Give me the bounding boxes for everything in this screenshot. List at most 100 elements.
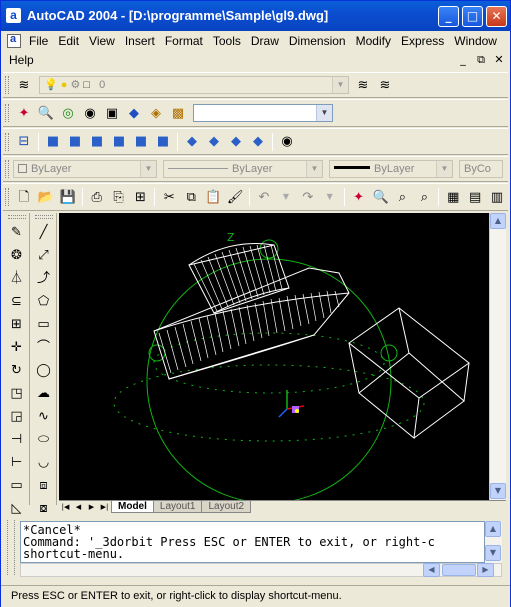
tab-next-icon[interactable]: ▶ xyxy=(85,501,98,513)
scroll-down-icon[interactable]: ▼ xyxy=(490,483,506,499)
lights-icon[interactable]: ◈ xyxy=(146,103,166,123)
drawing-canvas[interactable]: Z xyxy=(59,213,489,500)
document-icon[interactable] xyxy=(7,33,21,48)
scale-icon[interactable]: ◳ xyxy=(6,382,28,404)
menu-format[interactable]: Format xyxy=(160,34,208,48)
command-hscrollbar[interactable]: ◀ ▶ xyxy=(20,563,502,577)
tab-model[interactable]: Model xyxy=(111,501,154,513)
tab-prev-icon[interactable]: ◀ xyxy=(72,501,85,513)
left-view-icon[interactable]: ■ xyxy=(87,132,107,152)
polygon-icon[interactable]: ⬠ xyxy=(33,290,55,312)
tab-first-icon[interactable]: |◀ xyxy=(59,501,72,513)
array-icon[interactable]: ⊞ xyxy=(6,313,28,335)
cut-icon[interactable]: ✂ xyxy=(159,187,179,207)
ellipse-icon[interactable]: ⬭ xyxy=(33,428,55,450)
color-combo[interactable]: ByLayer ▼ xyxy=(13,160,157,178)
lineweight-combo[interactable]: ByLayer ▼ xyxy=(329,160,453,178)
ellipse-arc-icon[interactable]: ◡ xyxy=(33,451,55,473)
save-icon[interactable]: 💾 xyxy=(58,187,78,207)
scroll-thumb[interactable] xyxy=(442,564,476,576)
chamfer-icon[interactable]: ◺ xyxy=(6,497,28,519)
rectangle-icon[interactable]: ▭ xyxy=(33,313,55,335)
paste-icon[interactable]: 📋 xyxy=(203,187,223,207)
right-view-icon[interactable]: ■ xyxy=(109,132,129,152)
tab-last-icon[interactable]: ▶| xyxy=(98,501,111,513)
stretch-icon[interactable]: ◲ xyxy=(6,405,28,427)
menu-tools[interactable]: Tools xyxy=(208,34,246,48)
revision-cloud-icon[interactable]: ☁ xyxy=(33,382,55,404)
zoom-realtime-icon[interactable]: 🔍 xyxy=(36,103,56,123)
circle-icon[interactable]: ◯ xyxy=(33,359,55,381)
chevron-down-icon[interactable]: ▼ xyxy=(320,187,340,207)
tab-layout2[interactable]: Layout2 xyxy=(201,501,252,513)
camera-view-icon[interactable]: ◉ xyxy=(277,132,297,152)
nw-iso-icon[interactable]: ◆ xyxy=(248,132,268,152)
zoom-icon[interactable]: 🔍 xyxy=(371,187,391,207)
top-view-icon[interactable]: ■ xyxy=(43,132,63,152)
scroll-right-icon[interactable]: ▶ xyxy=(477,563,494,577)
pan-realtime-icon[interactable]: ✦ xyxy=(14,103,34,123)
scroll-left-icon[interactable]: ◀ xyxy=(423,563,440,577)
copy-icon[interactable]: ⧉ xyxy=(181,187,201,207)
zoom-previous-icon[interactable]: ⌕ xyxy=(414,187,434,207)
make-layer-current-icon[interactable]: ≋ xyxy=(353,75,373,95)
offset-icon[interactable]: ⊆ xyxy=(6,290,28,312)
construction-line-icon[interactable]: ⤢ xyxy=(33,244,55,266)
trim-icon[interactable]: ⊣ xyxy=(6,428,28,450)
named-views-icon[interactable]: ⊟ xyxy=(14,132,34,152)
tool-palettes-icon[interactable]: ▥ xyxy=(487,187,507,207)
zoom-window-icon[interactable]: ⌕ xyxy=(392,187,412,207)
named-views-combo[interactable]: ▼ xyxy=(193,104,333,122)
new-icon[interactable]: 🗋 xyxy=(14,187,34,207)
erase-icon[interactable]: ✎ xyxy=(6,221,28,243)
front-view-icon[interactable]: ■ xyxy=(131,132,151,152)
rotate-icon[interactable]: ↻ xyxy=(6,359,28,381)
spline-icon[interactable]: ∿ xyxy=(33,405,55,427)
render-icon[interactable]: ▣ xyxy=(102,103,122,123)
chevron-down-icon[interactable]: ▼ xyxy=(306,161,322,177)
redo-icon[interactable]: ↷ xyxy=(298,187,318,207)
move-icon[interactable]: ✛ xyxy=(6,336,28,358)
plotstyle-combo[interactable]: ByCo xyxy=(459,160,503,178)
menu-draw[interactable]: Draw xyxy=(246,34,284,48)
properties-icon[interactable]: ▦ xyxy=(443,187,463,207)
sw-iso-icon[interactable]: ◆ xyxy=(182,132,202,152)
menu-dimension[interactable]: Dimension xyxy=(284,34,351,48)
chevron-down-icon[interactable]: ▼ xyxy=(316,105,332,121)
extend-icon[interactable]: ⊢ xyxy=(6,451,28,473)
maximize-button[interactable]: □ xyxy=(462,6,483,27)
line-icon[interactable]: ╱ xyxy=(33,221,55,243)
polyline-icon[interactable]: ⤴ xyxy=(33,267,55,289)
menu-window[interactable]: Window xyxy=(449,34,502,48)
back-view-icon[interactable]: ■ xyxy=(153,132,173,152)
materials-icon[interactable]: ▩ xyxy=(168,103,188,123)
plot-preview-icon[interactable]: ⎘ xyxy=(109,187,129,207)
layer-previous-icon[interactable]: ≋ xyxy=(375,75,395,95)
menu-express[interactable]: Express xyxy=(396,34,449,48)
chevron-down-icon[interactable]: ▼ xyxy=(332,77,348,93)
layers-icon[interactable]: ≋ xyxy=(14,75,34,95)
command-window-grip[interactable] xyxy=(7,520,15,575)
bottom-view-icon[interactable]: ■ xyxy=(65,132,85,152)
insert-block-icon[interactable]: ⧈ xyxy=(33,474,55,496)
tab-layout1[interactable]: Layout1 xyxy=(152,501,203,513)
break-icon[interactable]: ▭ xyxy=(6,474,28,496)
menu-view[interactable]: View xyxy=(84,34,120,48)
match-properties-icon[interactable]: 🖌 xyxy=(225,187,245,207)
make-block-icon[interactable]: ⧇ xyxy=(33,497,55,519)
se-iso-icon[interactable]: ◆ xyxy=(204,132,224,152)
scroll-up-icon[interactable]: ▲ xyxy=(485,521,501,537)
menu-modify[interactable]: Modify xyxy=(351,34,396,48)
menu-file[interactable]: File xyxy=(24,34,53,48)
arc-icon[interactable]: ⌒ xyxy=(33,336,55,358)
doc-restore-icon[interactable]: ⧉ xyxy=(473,53,489,67)
chevron-down-icon[interactable]: ▼ xyxy=(140,161,156,177)
undo-icon[interactable]: ↶ xyxy=(254,187,274,207)
scene-icon[interactable]: ◆ xyxy=(124,103,144,123)
pan-icon[interactable]: ✦ xyxy=(349,187,369,207)
linetype-combo[interactable]: ByLayer ▼ xyxy=(163,160,323,178)
copy-object-icon[interactable]: ❂ xyxy=(6,244,28,266)
open-icon[interactable]: 📂 xyxy=(36,187,56,207)
publish-icon[interactable]: ⊞ xyxy=(131,187,151,207)
menu-help[interactable]: Help xyxy=(1,53,39,67)
